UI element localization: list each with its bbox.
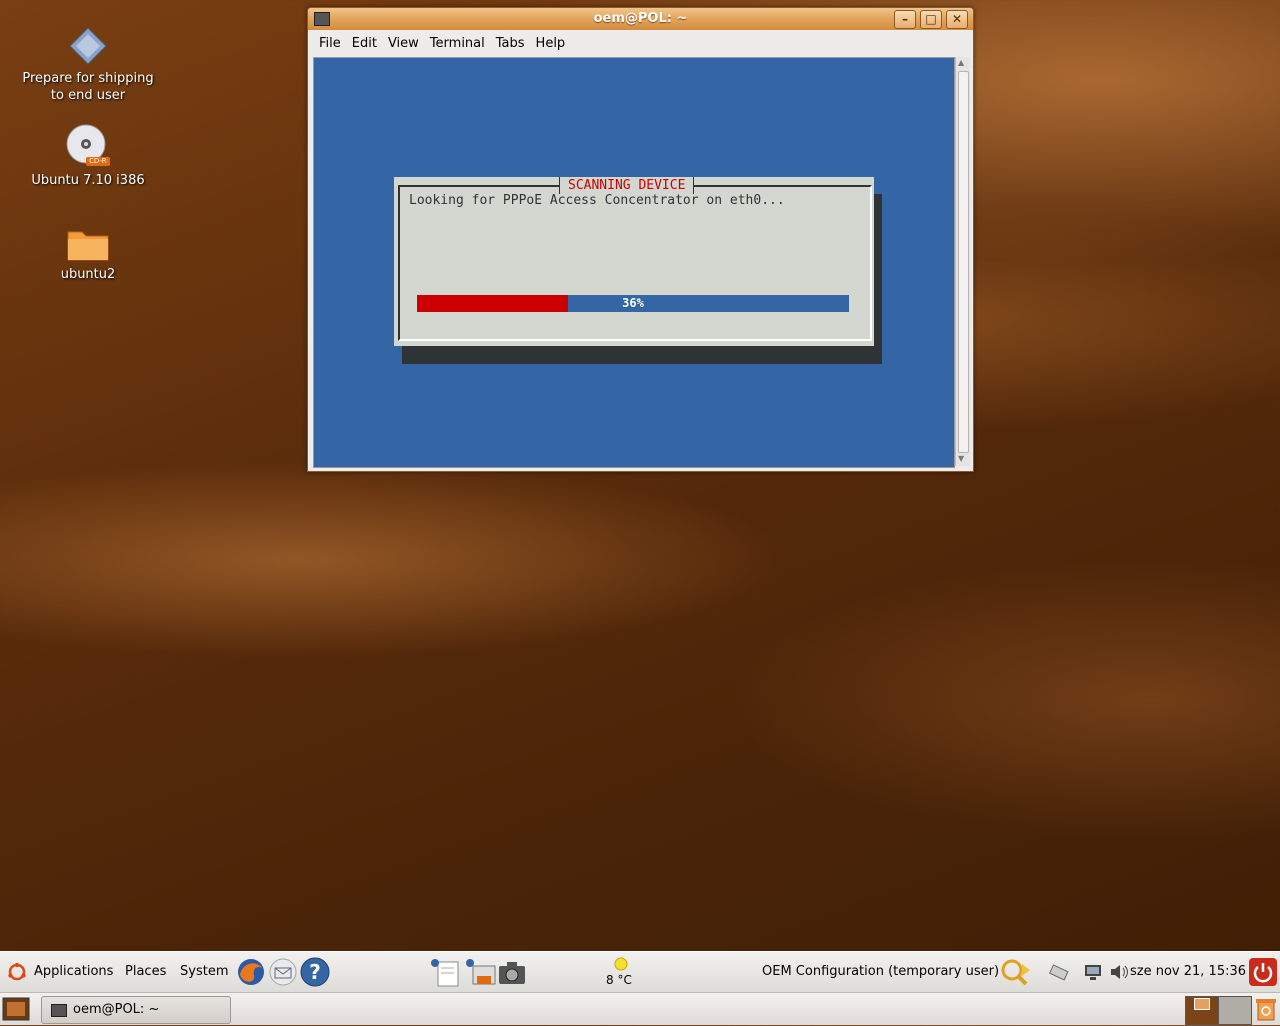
- terminal-icon: [51, 1004, 67, 1017]
- display-icon[interactable]: [1084, 963, 1102, 985]
- menu-edit[interactable]: Edit: [352, 36, 377, 51]
- volume-icon[interactable]: [1109, 963, 1129, 985]
- update-notifier-icon[interactable]: [1000, 958, 1036, 990]
- weather-temperature[interactable]: 8 °C: [606, 973, 632, 987]
- taskbar-button-terminal[interactable]: oem@POL: ~: [41, 996, 231, 1024]
- notes-icon[interactable]: [430, 958, 462, 992]
- desktop-icon-cdrom[interactable]: CD-R Ubuntu 7.10 i386: [13, 124, 163, 189]
- trash-icon[interactable]: [1255, 997, 1277, 1025]
- network-icon[interactable]: [1048, 962, 1073, 986]
- folder-icon: [66, 226, 110, 262]
- workspace-2[interactable]: [1218, 996, 1252, 1025]
- title-bar[interactable]: oem@POL: ~ – □ ✕: [308, 8, 973, 30]
- workspace-window-thumb: [1194, 998, 1210, 1010]
- terminal-area[interactable]: SCANNING DEVICE Looking for PPPoE Access…: [313, 57, 955, 468]
- desktop-icon-prepare-shipping[interactable]: Prepare for shipping to end user: [13, 26, 163, 104]
- scanning-dialog: SCANNING DEVICE Looking for PPPoE Access…: [394, 177, 874, 346]
- menu-help[interactable]: Help: [536, 36, 566, 51]
- workspace-1[interactable]: [1185, 996, 1219, 1025]
- desktop-icon-label: to end user: [50, 88, 126, 103]
- desktop-icon-label: ubuntu2: [60, 267, 116, 282]
- cd-badge: CD-R: [86, 157, 110, 166]
- terminal-window: oem@POL: ~ – □ ✕ File Edit View Terminal…: [307, 7, 974, 472]
- minimize-button[interactable]: –: [894, 10, 916, 29]
- show-desktop-icon[interactable]: [2, 996, 30, 1026]
- scroll-thumb[interactable]: [958, 71, 969, 453]
- dialog-title: SCANNING DEVICE: [559, 177, 695, 194]
- clock[interactable]: sze nov 21, 15:36: [1130, 964, 1246, 979]
- mail-icon[interactable]: [269, 958, 297, 990]
- dialog-frame: [398, 185, 872, 341]
- scrollbar[interactable]: ▲ ▼: [955, 57, 970, 466]
- progress-bar: 36%: [417, 295, 849, 312]
- menu-terminal[interactable]: Terminal: [430, 36, 485, 51]
- desktop-icon-label: Ubuntu 7.10 i386: [31, 173, 145, 188]
- maximize-button[interactable]: □: [920, 10, 942, 29]
- printer-icon[interactable]: [465, 958, 497, 992]
- scroll-down-icon[interactable]: ▼: [958, 454, 964, 463]
- applications-menu[interactable]: Applications: [34, 964, 113, 979]
- power-icon[interactable]: [1249, 958, 1277, 990]
- menu-tabs[interactable]: Tabs: [496, 36, 525, 51]
- menu-bar: File Edit View Terminal Tabs Help: [308, 30, 973, 56]
- cdrom-icon: CD-R: [66, 124, 110, 168]
- progress-label: 36%: [622, 296, 644, 310]
- bottom-panel: oem@POL: ~: [0, 992, 1280, 1025]
- user-label[interactable]: OEM Configuration (temporary user): [762, 964, 999, 979]
- places-menu[interactable]: Places: [125, 964, 166, 979]
- menu-view[interactable]: View: [388, 36, 419, 51]
- top-panel: Applications Places System ? 8 °C OEM Co…: [0, 951, 1280, 992]
- scroll-up-icon[interactable]: ▲: [958, 58, 964, 67]
- desktop-icon-folder[interactable]: ubuntu2: [13, 226, 163, 283]
- menu-file[interactable]: File: [319, 36, 341, 51]
- svg-text:?: ?: [309, 960, 321, 984]
- desktop-icon-label: Prepare for shipping: [22, 71, 154, 86]
- camera-icon[interactable]: [497, 960, 527, 990]
- firefox-icon[interactable]: [236, 957, 266, 991]
- close-button[interactable]: ✕: [946, 10, 968, 29]
- prepare-shipping-icon: [68, 26, 108, 66]
- system-menu[interactable]: System: [180, 964, 228, 979]
- dialog-message: Looking for PPPoE Access Concentrator on…: [409, 193, 785, 208]
- taskbar-label: oem@POL: ~: [73, 1002, 160, 1017]
- window-title: oem@POL: ~: [593, 11, 688, 26]
- ubuntu-logo-icon[interactable]: [8, 962, 26, 985]
- help-icon[interactable]: ?: [300, 957, 330, 991]
